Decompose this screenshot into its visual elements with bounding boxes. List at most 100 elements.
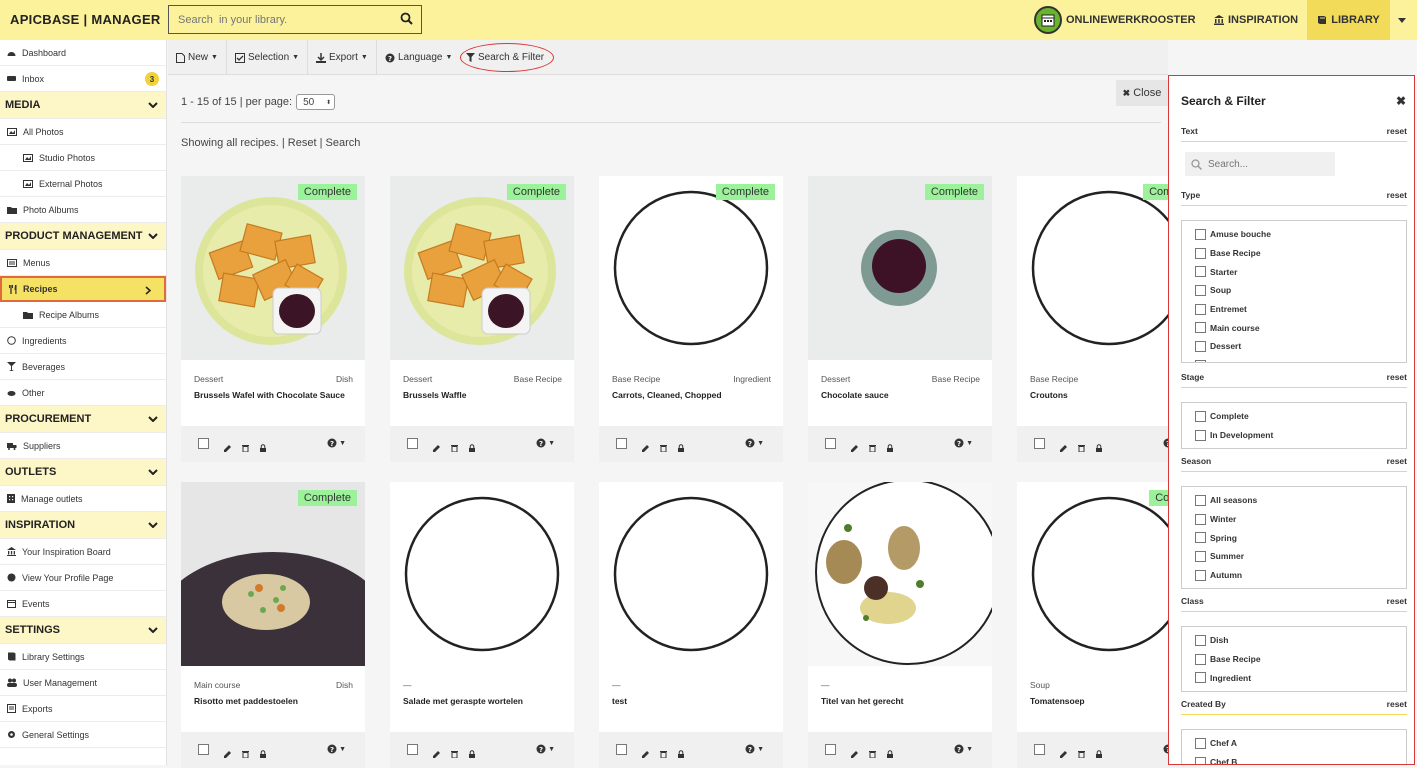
recipe-help-dropdown[interactable]: ?▼ bbox=[327, 438, 346, 448]
edit-icon[interactable] bbox=[1060, 439, 1068, 457]
filter-checkbox[interactable] bbox=[1195, 247, 1206, 259]
filter-checkbox[interactable] bbox=[1195, 429, 1206, 441]
trash-icon[interactable] bbox=[1078, 745, 1085, 763]
recipe-card[interactable]: Complete Dessert Base Recipe Chocolate sauc… bbox=[808, 176, 992, 462]
trash-icon[interactable] bbox=[660, 745, 667, 763]
filter-option[interactable]: Chef A bbox=[1182, 734, 1406, 753]
filter-search-field[interactable] bbox=[1185, 152, 1335, 176]
filter-option[interactable]: Winter bbox=[1182, 510, 1406, 529]
language-button[interactable]: ? Language ▼ bbox=[377, 40, 460, 75]
section-outlets[interactable]: OUTLETS bbox=[0, 459, 166, 486]
sidebar-item-manage-outlets[interactable]: Manage outlets bbox=[0, 486, 166, 512]
sidebar-item-photo-albums[interactable]: Photo Albums bbox=[0, 197, 166, 223]
filter-option[interactable]: Main course bbox=[1182, 318, 1406, 337]
edit-icon[interactable] bbox=[851, 439, 859, 457]
filter-checkbox[interactable] bbox=[1195, 322, 1206, 334]
nav-inspiration[interactable]: INSPIRATION bbox=[1214, 0, 1298, 40]
sidebar-item-external-photos[interactable]: External Photos bbox=[0, 171, 166, 197]
sidebar-item-inbox[interactable]: Inbox 3 bbox=[0, 66, 166, 92]
sidebar-item-dashboard[interactable]: Dashboard bbox=[0, 40, 166, 66]
search-icon[interactable] bbox=[400, 12, 413, 30]
filter-checkbox[interactable] bbox=[1195, 513, 1206, 525]
recipe-select-checkbox[interactable] bbox=[616, 438, 627, 449]
lock-icon[interactable] bbox=[678, 745, 684, 763]
sidebar-item-suppliers[interactable]: Suppliers bbox=[0, 433, 166, 459]
sidebar-item-library-settings[interactable]: Library Settings bbox=[0, 644, 166, 670]
filter-checkbox[interactable] bbox=[1195, 228, 1206, 240]
recipe-card[interactable]: Complete Dessert Dish Brussels Wafel with C… bbox=[181, 176, 365, 462]
section-product-management[interactable]: PRODUCT MANAGEMENT bbox=[0, 223, 166, 250]
filter-option[interactable]: Base Recipe bbox=[1182, 650, 1406, 669]
recipe-select-checkbox[interactable] bbox=[616, 744, 627, 755]
filter-checkbox[interactable] bbox=[1195, 653, 1206, 665]
selection-button[interactable]: Selection ▼ bbox=[227, 40, 309, 75]
recipe-help-dropdown[interactable]: ?▼ bbox=[745, 744, 764, 754]
sidebar-item-other[interactable]: Other bbox=[0, 380, 166, 406]
filter-option[interactable]: Base Recipe bbox=[1182, 244, 1406, 263]
filter-option[interactable]: Spring bbox=[1182, 528, 1406, 547]
trash-icon[interactable] bbox=[660, 439, 667, 457]
recipe-select-checkbox[interactable] bbox=[198, 744, 209, 755]
recipe-select-checkbox[interactable] bbox=[1034, 438, 1045, 449]
reset-link[interactable]: reset bbox=[1387, 126, 1407, 136]
new-button[interactable]: New ▼ bbox=[168, 40, 227, 75]
edit-icon[interactable] bbox=[1060, 745, 1068, 763]
lock-icon[interactable] bbox=[469, 745, 475, 763]
recipe-title[interactable]: Brussels Waffle bbox=[403, 388, 562, 402]
filter-option[interactable]: Entremet bbox=[1182, 300, 1406, 319]
recipe-image[interactable] bbox=[390, 482, 574, 666]
filter-checkbox[interactable] bbox=[1195, 266, 1206, 278]
sidebar-item-studio-photos[interactable]: Studio Photos bbox=[0, 145, 166, 171]
recipe-title[interactable]: Titel van het gerecht bbox=[821, 694, 980, 708]
recipe-image[interactable] bbox=[390, 176, 574, 360]
filter-checkbox[interactable] bbox=[1195, 410, 1206, 422]
filter-option[interactable]: Starter bbox=[1182, 262, 1406, 281]
filter-checkbox[interactable] bbox=[1195, 340, 1206, 352]
filter-option[interactable]: Amuse bouche bbox=[1182, 225, 1406, 244]
sidebar-item-user-management[interactable]: User Management bbox=[0, 670, 166, 696]
filter-option[interactable]: All seasons bbox=[1182, 491, 1406, 510]
recipe-card[interactable]: Complete Base Recipe Ingredient Carrots, Cl… bbox=[599, 176, 783, 462]
filter-checkbox[interactable] bbox=[1195, 634, 1206, 646]
lock-icon[interactable] bbox=[469, 439, 475, 457]
edit-icon[interactable] bbox=[224, 745, 232, 763]
recipe-card[interactable]: — Salade met geraspte wortelen? ▼ bbox=[390, 482, 574, 768]
sidebar-item-inspiration-board[interactable]: Your Inspiration Board bbox=[0, 539, 166, 565]
edit-icon[interactable] bbox=[642, 745, 650, 763]
edit-icon[interactable] bbox=[433, 745, 441, 763]
reset-link[interactable]: reset bbox=[1387, 699, 1407, 709]
filter-checkbox[interactable] bbox=[1195, 303, 1206, 315]
export-button[interactable]: Export ▼ bbox=[308, 40, 377, 75]
recipe-image[interactable] bbox=[599, 482, 783, 666]
lock-icon[interactable] bbox=[260, 745, 266, 763]
recipe-title[interactable]: Tomatensoep bbox=[1030, 694, 1189, 708]
close-filter-button[interactable]: ✖ Close bbox=[1116, 80, 1168, 106]
sidebar-item-recipe-albums[interactable]: Recipe Albums bbox=[0, 302, 166, 328]
filter-option[interactable]: Dessert bbox=[1182, 337, 1406, 356]
lock-icon[interactable] bbox=[260, 439, 266, 457]
edit-icon[interactable] bbox=[851, 745, 859, 763]
recipe-image[interactable] bbox=[181, 482, 365, 666]
recipe-image[interactable] bbox=[599, 176, 783, 360]
recipe-help-dropdown[interactable]: ?▼ bbox=[327, 744, 346, 754]
filter-checkbox[interactable] bbox=[1195, 569, 1206, 581]
recipe-title[interactable]: Croutons bbox=[1030, 388, 1189, 402]
filter-option[interactable]: Other bbox=[1182, 356, 1406, 362]
sidebar-item-profile-page[interactable]: View Your Profile Page bbox=[0, 565, 166, 591]
filter-option[interactable]: Chef B bbox=[1182, 753, 1406, 764]
recipe-select-checkbox[interactable] bbox=[825, 744, 836, 755]
recipe-title[interactable]: Risotto met paddestoelen bbox=[194, 694, 353, 708]
reset-link[interactable]: reset bbox=[1387, 596, 1407, 606]
trash-icon[interactable] bbox=[242, 439, 249, 457]
filter-search-input[interactable] bbox=[1208, 158, 1328, 170]
sidebar-item-recipes[interactable]: Recipes bbox=[0, 276, 166, 302]
trash-icon[interactable] bbox=[242, 745, 249, 763]
filter-option[interactable]: Autumn bbox=[1182, 566, 1406, 585]
lock-icon[interactable] bbox=[1096, 745, 1102, 763]
sidebar-item-menus[interactable]: Menus bbox=[0, 250, 166, 276]
filter-checkbox[interactable] bbox=[1195, 550, 1206, 562]
filter-option[interactable]: Complete bbox=[1182, 407, 1406, 426]
recipe-title[interactable]: Carrots, Cleaned, Chopped bbox=[612, 388, 771, 402]
recipe-card[interactable]: — test? ▼ bbox=[599, 482, 783, 768]
lock-icon[interactable] bbox=[1096, 439, 1102, 457]
